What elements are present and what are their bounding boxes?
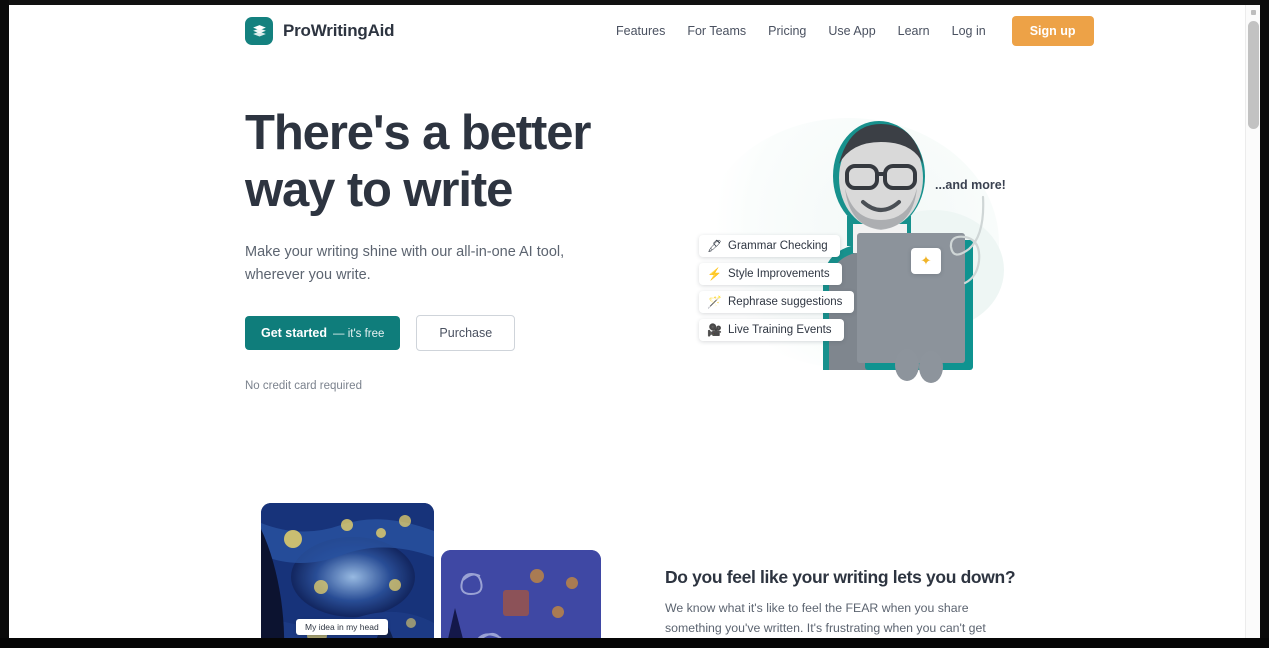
and-more-label: ...and more! xyxy=(935,178,1006,192)
feather-quill-icon: 🖋 xyxy=(707,239,723,253)
scroll-up-icon[interactable] xyxy=(1246,5,1260,19)
brand-logo-link[interactable]: ProWritingAid xyxy=(245,17,395,45)
site-header: ProWritingAid Features For Teams Pricing… xyxy=(9,5,1245,61)
magic-wand-icon: 🪄 xyxy=(707,295,722,309)
nav-link-learn[interactable]: Learn xyxy=(887,16,941,46)
feature-pill-live-training-events: 🎥 Live Training Events xyxy=(699,319,844,341)
van-gogh-starry-night-painting xyxy=(261,503,434,638)
nav-link-use-app[interactable]: Use App xyxy=(817,16,886,46)
feature-pill-label: Grammar Checking xyxy=(728,240,828,252)
nav-link-for-teams[interactable]: For Teams xyxy=(676,16,757,46)
scrollbar-thumb[interactable] xyxy=(1248,21,1259,129)
window-chrome-right xyxy=(1260,0,1269,648)
get-started-button[interactable]: Get started — it's free xyxy=(245,316,401,350)
prowritingaid-book-logo-icon xyxy=(245,17,273,45)
feature-pill-label: Style Improvements xyxy=(728,268,830,280)
feature-pill-label: Live Training Events xyxy=(728,324,832,336)
section-two-heading: Do you feel like your writing lets you d… xyxy=(665,567,1016,587)
nav-link-features[interactable]: Features xyxy=(605,16,676,46)
simplified-starry-night-drawing xyxy=(441,550,601,638)
vertical-scrollbar[interactable] xyxy=(1245,5,1260,638)
get-started-label: Get started xyxy=(261,326,327,340)
video-camera-icon: 🎥 xyxy=(707,323,722,337)
feature-pill-style-improvements: ⚡ Style Improvements xyxy=(699,263,842,285)
section-two-illustration: My idea in my head xyxy=(245,497,605,638)
no-credit-card-note: No credit card required xyxy=(245,380,362,392)
nav-link-pricing[interactable]: Pricing xyxy=(757,16,817,46)
section-two-body: We know what it's like to feel the FEAR … xyxy=(665,601,986,635)
window-chrome-bottom xyxy=(0,638,1269,648)
feature-pill-label: Rephrase suggestions xyxy=(728,296,843,308)
idea-caption-label: My idea in my head xyxy=(296,619,388,635)
purchase-button[interactable]: Purchase xyxy=(416,315,516,351)
sign-up-button[interactable]: Sign up xyxy=(1011,16,1094,46)
web-page: ProWritingAid Features For Teams Pricing… xyxy=(9,5,1260,638)
page-title: There's a better way to write xyxy=(245,105,645,219)
hero-illustration: ✦ ...and more! 🖋 Grammar Checking ⚡ Styl… xyxy=(669,100,1029,390)
hands-illustration xyxy=(895,349,943,383)
hero-copy-block: There's a better way to write Make your … xyxy=(245,105,645,392)
section-two-copy: Do you feel like your writing lets you d… xyxy=(665,567,1025,638)
hero-subtitle: Make your writing shine with our all-in-… xyxy=(245,244,565,283)
feature-pill-rephrase-suggestions: 🪄 Rephrase suggestions xyxy=(699,291,855,313)
hero-title-line-2: way to write xyxy=(245,163,513,217)
window-chrome-left xyxy=(0,0,9,648)
feature-pill-grammar-checking: 🖋 Grammar Checking xyxy=(699,235,840,257)
feature-pill-list: 🖋 Grammar Checking ⚡ Style Improvements … xyxy=(699,235,949,347)
main-navigation: Features For Teams Pricing Use App Learn… xyxy=(605,16,1094,46)
hero-cta-group: Get started — it's free Purchase xyxy=(245,315,645,351)
hero-title-line-1: There's a better xyxy=(245,106,591,160)
browser-viewport: ProWritingAid Features For Teams Pricing… xyxy=(0,0,1269,648)
nav-link-log-in[interactable]: Log in xyxy=(941,16,997,46)
brand-name: ProWritingAid xyxy=(283,21,395,40)
lightning-bolt-icon: ⚡ xyxy=(707,267,722,281)
get-started-note: — it's free xyxy=(333,328,385,340)
